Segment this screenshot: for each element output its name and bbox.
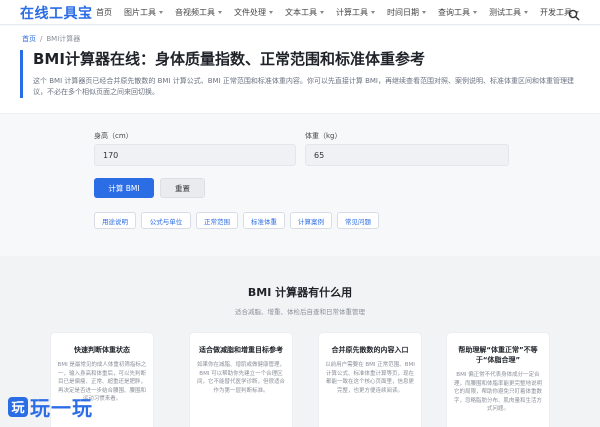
card-title: 帮助理解“体重正常”不等于“体脂合理” xyxy=(458,346,538,364)
chevron-down-icon xyxy=(524,11,528,14)
page-description: 这个 BMI 计算器页已经合并原先散数的 BMI 计算公式、BMI 正常范围和标… xyxy=(33,77,574,96)
nav-item-calc-tools[interactable]: 计算工具 xyxy=(336,7,375,18)
watermark-text: 玩一玩 xyxy=(30,396,93,420)
nav-item-text-tools[interactable]: 文本工具 xyxy=(285,7,324,18)
chevron-down-icon xyxy=(473,11,477,14)
chevron-down-icon xyxy=(320,11,324,14)
chevron-down-icon xyxy=(269,11,273,14)
card-title: 快速判断体重状态 xyxy=(74,346,130,354)
card-title: 适合做减脂和增重目标参考 xyxy=(199,346,283,354)
feature-card: 适合做减脂和增重目标参考 如果你在减脂、增肌或做健康管理，BMI 可以帮助你先建… xyxy=(189,332,293,427)
search-icon[interactable] xyxy=(568,6,580,21)
height-label: 身高（cm） xyxy=(94,132,133,140)
reset-button[interactable]: 重置 xyxy=(160,178,205,198)
feature-card: 帮助理解“体重正常”不等于“体脂合理” BMI 偏正常不代表身体成分一定合理，而… xyxy=(446,332,550,427)
nav-menu: 首页 图片工具 音视频工具 文件处理 文本工具 计算工具 时间日期 查询工具 测… xyxy=(96,0,591,25)
site-logo[interactable]: 在线工具宝 xyxy=(20,3,93,23)
nav-item-home[interactable]: 首页 xyxy=(96,7,112,18)
section-title: BMI 计算器有什么用 xyxy=(247,286,353,299)
breadcrumb-home[interactable]: 首页 xyxy=(22,34,36,44)
nav-item-query-tools[interactable]: 查询工具 xyxy=(438,7,477,18)
pill-faq[interactable]: 常见问题 xyxy=(337,212,379,229)
gamepad-icon: 玩 xyxy=(8,396,28,417)
page-title: BMI计算器在线：身体质量指数、正常范围和标准体重参考 xyxy=(33,50,425,68)
card-text: BMI 偏正常不代表身体成分一定合理，而腰围和体脂率能更完整地说明它的局限，帮助… xyxy=(453,372,542,412)
nav-item-image-tools[interactable]: 图片工具 xyxy=(124,7,163,18)
page-header: 首页 / BMI计算器 BMI计算器在线：身体质量指数、正常范围和标准体重参考 … xyxy=(0,26,600,114)
chevron-down-icon xyxy=(371,11,375,14)
card-text: 以前用户需要在 BMI 正常范围、BMI 计算公式、标准体重计算等页，现在都能一… xyxy=(325,362,415,394)
chevron-down-icon xyxy=(159,11,163,14)
title-block: BMI计算器在线：身体质量指数、正常范围和标准体重参考 这个 BMI 计算器页已… xyxy=(20,50,580,98)
pill-formula[interactable]: 公式与单位 xyxy=(141,212,191,229)
breadcrumb-current: BMI计算器 xyxy=(46,35,81,43)
weight-input[interactable]: 65 xyxy=(305,144,509,166)
nav-item-test-tools[interactable]: 测试工具 xyxy=(489,7,528,18)
feature-card: 合并原先散数的内容入口 以前用户需要在 BMI 正常范围、BMI 计算公式、标准… xyxy=(318,332,422,427)
top-navbar: 在线工具宝 首页 图片工具 音视频工具 文件处理 文本工具 计算工具 时间日期 … xyxy=(0,0,600,25)
pill-normal-range[interactable]: 正常范围 xyxy=(196,212,238,229)
chevron-down-icon xyxy=(422,11,426,14)
calculate-bmi-button[interactable]: 计算 BMI xyxy=(94,178,154,198)
bmi-form xyxy=(0,114,600,256)
breadcrumb-separator: / xyxy=(40,35,43,43)
pill-standard-weight[interactable]: 标准体重 xyxy=(243,212,285,229)
weight-label: 体重（kg） xyxy=(305,132,342,140)
breadcrumb: 首页 / BMI计算器 xyxy=(22,34,80,44)
card-title: 合并原先散数的内容入口 xyxy=(331,346,409,354)
pill-calc-cases[interactable]: 计算案例 xyxy=(290,212,332,229)
pill-usage[interactable]: 用途说明 xyxy=(94,212,136,229)
height-input[interactable]: 170 xyxy=(94,144,296,166)
chevron-down-icon xyxy=(218,11,222,14)
card-text: 如果你在减脂、增肌或做健康管理，BMI 可以帮助你先建立一个合理区间，它不能替代… xyxy=(196,362,285,394)
section-subtitle: 适合减脂、增重、体检后自查和日常体重管理 xyxy=(235,308,365,316)
watermark-logo: 玩 玩一玩 xyxy=(8,392,93,421)
nav-item-datetime[interactable]: 时间日期 xyxy=(387,7,426,18)
nav-item-file[interactable]: 文件处理 xyxy=(234,7,273,18)
nav-item-av-tools[interactable]: 音视频工具 xyxy=(175,7,222,18)
